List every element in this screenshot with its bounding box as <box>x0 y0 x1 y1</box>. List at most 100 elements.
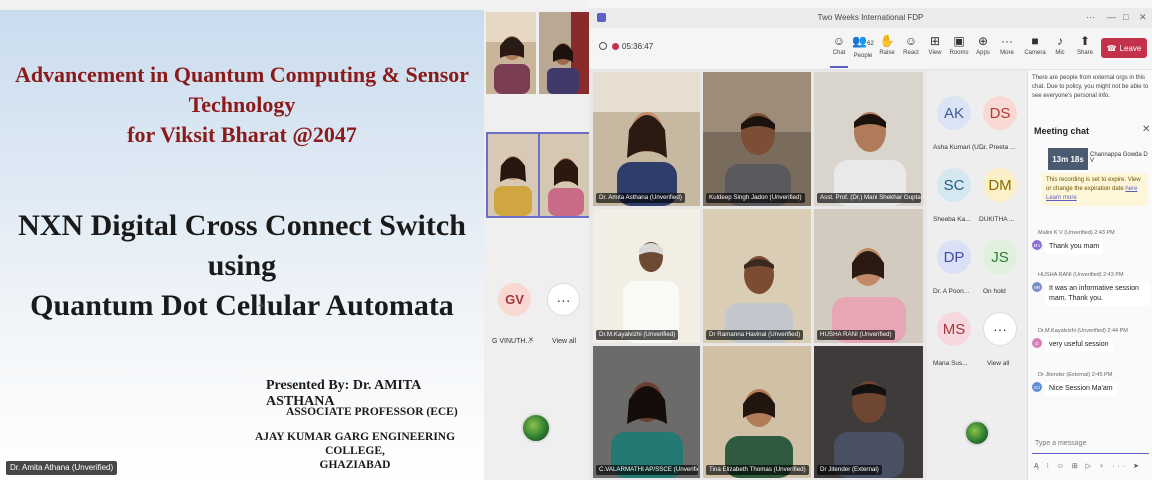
chat-message: Dr Jitender (External) 2:45 PM DJ Nice Se… <box>1032 372 1150 396</box>
minimize-button[interactable]: — <box>1107 12 1116 22</box>
more-icon: ··· <box>1001 34 1013 48</box>
participant-avatar[interactable]: GV <box>498 283 531 316</box>
rec-note-learn-more-link[interactable]: Learn more <box>1046 195 1077 201</box>
participant-avatar-label: G VINUTH... <box>492 338 532 345</box>
participant-strip: GV G VINUTH... ✕ ··· View all <box>484 10 592 480</box>
compose-toolbar[interactable]: Ą ⁝ ☺ ⊞ ▷ ♀ ··· ➤ <box>1034 462 1149 470</box>
video-tile[interactable]: Dr.M.Kayalvizhi (Unverified) <box>593 209 700 343</box>
mic-button[interactable]: ♪ Mic <box>1048 34 1072 56</box>
roster-label: On hold <box>983 288 1006 295</box>
rooms-button[interactable]: ▣ Rooms <box>947 34 971 56</box>
video-tile[interactable]: HUSHA RANI (Unverified) <box>814 209 923 343</box>
roster-label: Asha Kumari (U... <box>933 144 985 151</box>
tile-name-label: Kuldeep Singh Jadon (Unverified) <box>706 193 805 203</box>
apps-icon: ⊕ <box>977 34 989 48</box>
tile-name-label: Dr.M.Kayalvizhi (Unverified) <box>596 330 679 340</box>
roster-avatar[interactable]: DP <box>937 240 971 274</box>
message-avatar: HR <box>1032 282 1042 292</box>
roster-avatar[interactable]: DM <box>983 168 1017 202</box>
phone-icon: ☎ <box>1106 43 1117 53</box>
participant-thumbnail-active[interactable] <box>486 132 540 218</box>
roster-view-all-more-icon[interactable]: ··· <box>983 312 1017 346</box>
meeting-timer: 05:36:47 <box>599 42 653 51</box>
tile-name-label: HUSHA RANI (Unverified) <box>817 330 895 340</box>
external-notice: There are people from external orgs in t… <box>1032 75 1149 99</box>
video-tile[interactable]: Asst. Prof. (Dr.) Mani Shekhar Gupta... <box>814 72 923 206</box>
window-more-icon[interactable]: ··· <box>1086 12 1095 22</box>
raise-hand-icon: ✋ <box>879 34 895 48</box>
message-text: very useful session <box>1045 338 1113 352</box>
view-button[interactable]: ⊞ View <box>923 34 947 56</box>
people-label: People <box>853 53 873 59</box>
active-tab-indicator <box>830 66 848 68</box>
more-button[interactable]: ··· More <box>995 34 1019 56</box>
video-tile[interactable]: C.VALARMATHI AP/SSCE (Unverified) <box>593 346 700 478</box>
leave-button[interactable]: ☎ Leave <box>1101 38 1147 58</box>
video-tile[interactable]: Tina Elizabeth Thomas (Unverified) <box>703 346 811 478</box>
roster-avatar[interactable]: MS <box>937 312 971 346</box>
roster-label: Sheeba Ka... <box>933 216 971 223</box>
rec-note-here-link[interactable]: here <box>1125 186 1137 192</box>
view-all-more-icon[interactable]: ··· <box>547 283 580 316</box>
message-text: Thank you mam <box>1045 240 1104 254</box>
slide-topic-line1: NXN Digital Cross Connect Switch using <box>18 209 466 282</box>
chat-label: Chat <box>832 50 846 56</box>
leave-label: Leave <box>1119 43 1142 53</box>
chat-message: Malini K V (Unverified) 2:43 PM MV Thank … <box>1032 230 1150 254</box>
chat-icon: ☺ <box>832 34 846 48</box>
video-tile[interactable]: Dr Jitender (External) <box>814 346 923 478</box>
roster-avatar[interactable]: DS <box>983 96 1017 130</box>
video-tile[interactable]: Kuldeep Singh Jadon (Unverified) <box>703 72 811 206</box>
participant-thumbnail[interactable] <box>486 12 536 94</box>
tile-name-label: Dr Ramanna Havinal (Unverified) <box>706 330 804 340</box>
presenter-designation: ASSOCIATE PROFESSOR (ECE) <box>286 406 458 418</box>
video-tile[interactable]: Dr. Amita Asthana (Unverified) <box>593 72 700 206</box>
camera-icon: ■ <box>1031 34 1039 48</box>
react-button[interactable]: ☺ React <box>899 34 923 56</box>
message-meta: Malini K V (Unverified) 2:43 PM <box>1038 230 1115 236</box>
rooms-icon: ▣ <box>953 34 965 48</box>
meeting-chat-panel: There are people from external orgs in t… <box>1027 70 1152 480</box>
organization-logo-icon <box>521 413 551 443</box>
maximize-button[interactable]: □ <box>1123 12 1128 22</box>
react-icon: ☺ <box>904 34 918 48</box>
roster-view-all-link[interactable]: View all <box>987 360 1009 367</box>
rooms-label: Rooms <box>949 50 969 56</box>
recording-thumbnail[interactable]: 13m 18s <box>1048 148 1088 170</box>
view-all-link[interactable]: View all <box>552 338 576 345</box>
message-meta: Dr.M.Kayalvizhi (Unverified) 2:44 PM <box>1038 328 1128 334</box>
chat-button[interactable]: ☺ Chat <box>827 34 851 56</box>
shared-content-panel: Advancement in Quantum Computing & Senso… <box>0 0 592 480</box>
close-chat-icon[interactable]: ✕ <box>1142 124 1150 135</box>
chat-header: Meeting chat <box>1034 126 1090 136</box>
screen: Advancement in Quantum Computing & Senso… <box>0 0 1152 480</box>
apps-button[interactable]: ⊕ Apps <box>971 34 995 56</box>
message-input[interactable]: Type a message <box>1032 434 1149 454</box>
share-button[interactable]: ⬆ Share <box>1073 34 1097 56</box>
mic-label: Mic <box>1055 50 1065 56</box>
message-avatar: MV <box>1032 240 1042 250</box>
video-tile[interactable]: Dr Ramanna Havinal (Unverified) <box>703 209 811 343</box>
raise-label: Raise <box>879 50 895 56</box>
participant-thumbnail[interactable] <box>539 12 589 94</box>
timer-text: 05:36:47 <box>622 42 654 51</box>
participant-roster: AK Asha Kumari (U... DS Dr. Preeta ... S… <box>927 70 1027 480</box>
view-icon: ⊞ <box>929 34 941 48</box>
participant-thumbnail-active[interactable] <box>538 132 592 218</box>
view-label: View <box>928 50 942 56</box>
presenter-college: AJAY KUMAR GARG ENGINEERING COLLEGE, GHA… <box>230 430 480 472</box>
window-titlebar: Two Weeks International FDP ··· — □ ✕ <box>589 8 1152 28</box>
tile-name-label: C.VALARMATHI AP/SSCE (Unverified) <box>596 465 698 475</box>
roster-avatar[interactable]: SC <box>937 168 971 202</box>
roster-avatar[interactable]: AK <box>937 96 971 130</box>
people-button[interactable]: 👥62 People <box>851 34 875 59</box>
camera-button[interactable]: ■ Camera <box>1023 34 1047 56</box>
recording-owner: Channappa Gowda D V <box>1090 152 1148 164</box>
close-window-button[interactable]: ✕ <box>1139 12 1147 23</box>
roster-label: Mana Sus... <box>933 360 968 367</box>
raise-hand-button[interactable]: ✋ Raise <box>875 34 899 56</box>
tile-name-label: Dr. Amita Asthana (Unverified) <box>596 193 685 203</box>
shared-slide: Advancement in Quantum Computing & Senso… <box>0 10 484 480</box>
share-label: Share <box>1076 50 1093 56</box>
roster-avatar[interactable]: JS <box>983 240 1017 274</box>
